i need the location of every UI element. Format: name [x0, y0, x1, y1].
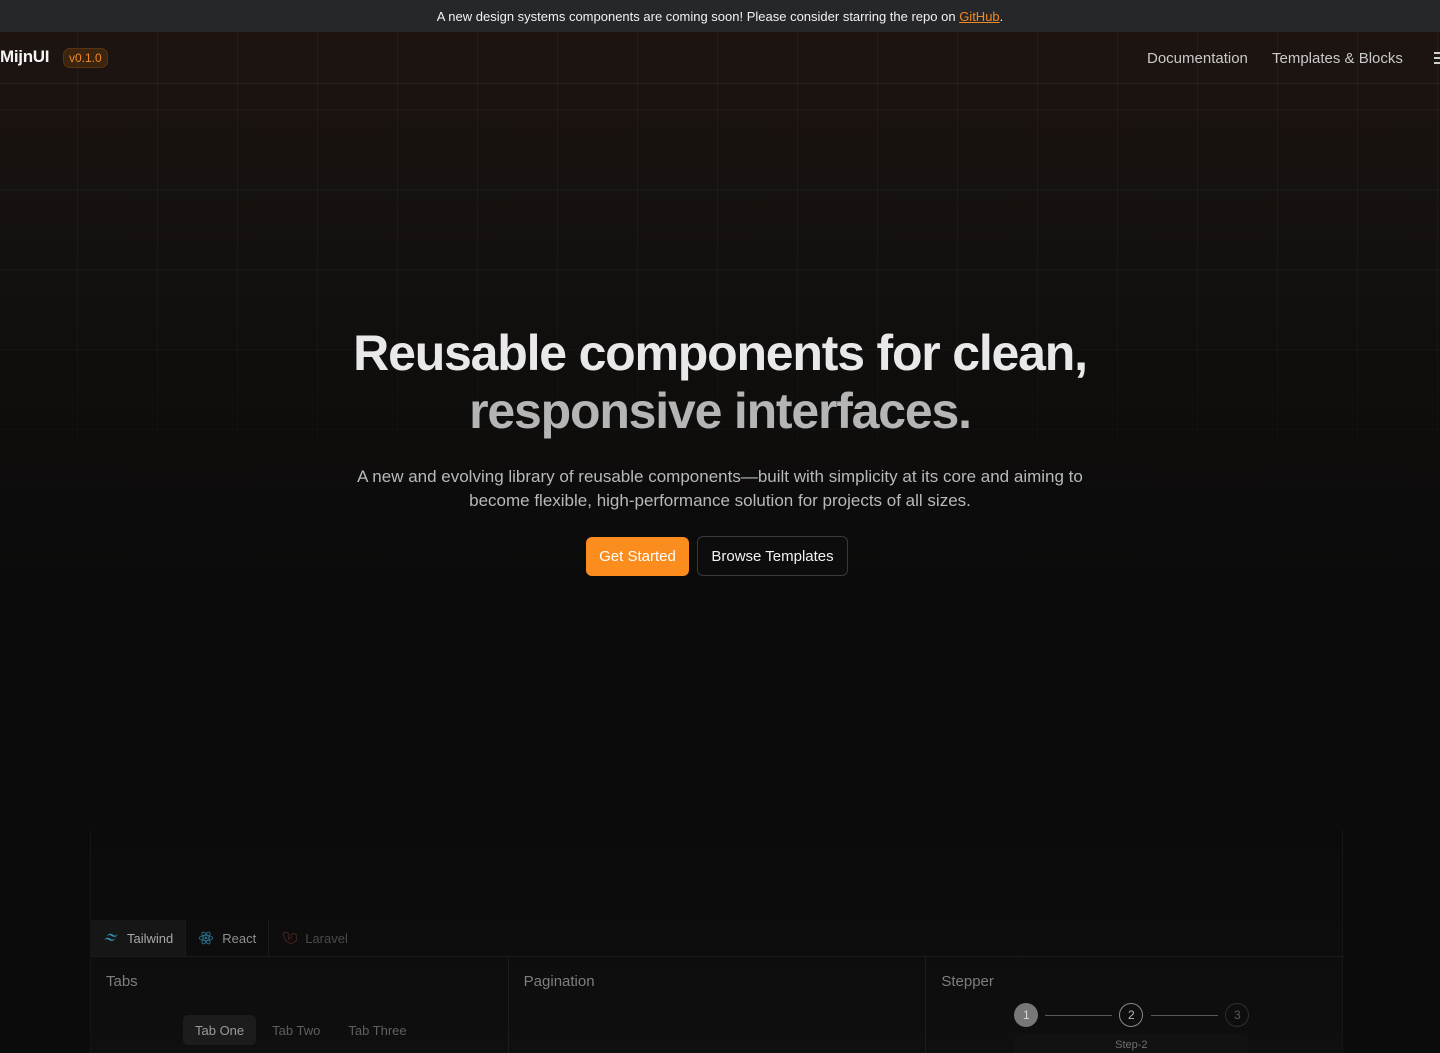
stepper-card-title: Stepper: [941, 973, 994, 990]
tab-react-label: React: [222, 930, 257, 946]
browse-templates-button[interactable]: Browse Templates: [697, 536, 848, 576]
demo-tab-one[interactable]: Tab One: [183, 1015, 257, 1045]
hero-headline-line2: responsive interfaces.: [469, 383, 972, 439]
framework-tabs: Tailwind React Laravel: [91, 920, 1344, 957]
pagination-card: Pagination: [509, 957, 927, 1053]
demo-tab-two[interactable]: Tab Two: [260, 1015, 332, 1045]
hero-subtext: A new and evolving library of reusable c…: [357, 467, 1083, 510]
banner-text: A new design systems components are comi…: [436, 8, 956, 24]
brand-logo[interactable]: MijnUI: [0, 47, 50, 67]
step-2[interactable]: 2: [1119, 1003, 1144, 1027]
hero-headline-line1: Reusable components for clean,: [353, 325, 1088, 381]
laravel-icon: [282, 931, 297, 945]
github-link[interactable]: GitHub: [959, 9, 999, 24]
version-badge: v0.1.0: [63, 48, 108, 68]
tab-tailwind-label: Tailwind: [127, 930, 174, 946]
tailwind-icon: [104, 933, 118, 941]
react-icon: [199, 931, 214, 945]
step-connector: [1045, 1015, 1113, 1016]
menu-icon[interactable]: [1434, 52, 1440, 64]
navbar: MijnUI v0.1.0 Documentation Templates & …: [0, 32, 1440, 84]
tab-laravel[interactable]: Laravel: [269, 920, 360, 956]
component-showcase: Tailwind React Laravel Tabs Tab One Tab …: [90, 830, 1344, 1053]
tabs-card: Tabs Tab One Tab Two Tab Three: [91, 957, 509, 1053]
nav-link-templates-blocks[interactable]: Templates & Blocks: [1272, 50, 1403, 67]
step-connector: [1151, 1015, 1219, 1016]
hero-headline: Reusable components for clean, responsiv…: [0, 324, 1440, 440]
step-3[interactable]: 3: [1225, 1003, 1250, 1027]
step-1[interactable]: 1: [1014, 1003, 1039, 1027]
tabs-card-title: Tabs: [106, 973, 138, 990]
step-panel: Step-2: [1014, 1035, 1249, 1053]
demo-tab-three[interactable]: Tab Three: [336, 1015, 418, 1045]
announcement-banner: A new design systems components are comi…: [0, 0, 1440, 32]
tab-tailwind[interactable]: Tailwind: [91, 920, 187, 956]
get-started-button[interactable]: Get Started: [586, 537, 689, 576]
stepper: 1 2 3 Step-2: [1014, 1003, 1254, 1053]
demo-tabs: Tab One Tab Two Tab Three: [183, 1015, 419, 1045]
pagination-card-title: Pagination: [523, 973, 595, 990]
banner-suffix: .: [999, 8, 1004, 24]
component-cards: Tabs Tab One Tab Two Tab Three Paginatio…: [91, 957, 1344, 1053]
tab-react[interactable]: React: [186, 920, 270, 956]
tab-laravel-label: Laravel: [305, 930, 348, 946]
nav-link-documentation[interactable]: Documentation: [1147, 50, 1248, 67]
stepper-card: Stepper 1 2 3 Step-2: [926, 957, 1344, 1053]
